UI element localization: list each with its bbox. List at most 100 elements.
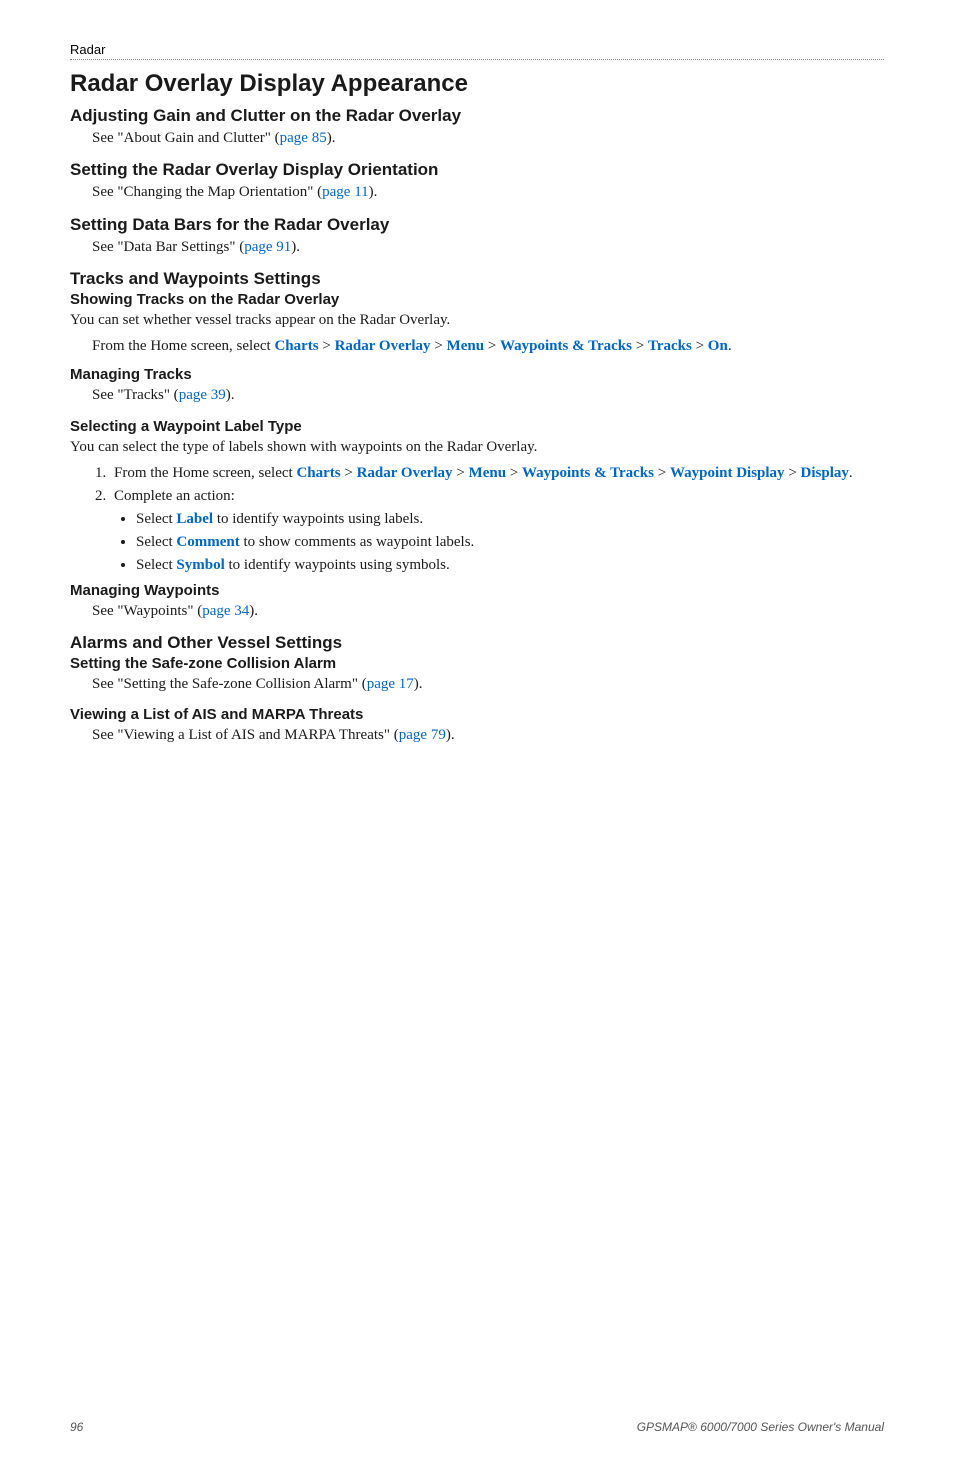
text: . <box>728 338 732 354</box>
bullet-item: Select Comment to show comments as waypo… <box>136 534 884 551</box>
text: See "Changing the Map Orientation" ( <box>92 184 322 200</box>
step-item: From the Home screen, select Charts > Ra… <box>110 465 884 482</box>
menu-path: Charts <box>296 465 340 481</box>
sep: > <box>341 465 357 481</box>
text: ). <box>446 727 455 743</box>
text: to identify waypoints using labels. <box>213 511 423 527</box>
running-head: Radar <box>70 42 884 59</box>
text: to show comments as waypoint labels. <box>240 534 475 550</box>
text: GPSMAP <box>637 1420 688 1434</box>
heading-tracks-waypoints: Tracks and Waypoints Settings <box>70 269 884 289</box>
sep: > <box>654 465 670 481</box>
page-link[interactable]: page 85 <box>280 130 327 146</box>
heading-gain: Adjusting Gain and Clutter on the Radar … <box>70 106 884 126</box>
heading-alarms: Alarms and Other Vessel Settings <box>70 633 884 653</box>
text: See "About Gain and Clutter" ( <box>92 130 280 146</box>
registered-icon: ® <box>688 1420 697 1434</box>
heading-orientation: Setting the Radar Overlay Display Orient… <box>70 160 884 180</box>
heading-manage-tracks: Managing Tracks <box>70 366 884 383</box>
section-ais: Viewing a List of AIS and MARPA Threats … <box>70 706 884 745</box>
section-gain: Adjusting Gain and Clutter on the Radar … <box>70 106 884 148</box>
menu-path: On <box>708 338 728 354</box>
text-show-tracks-intro: You can set whether vessel tracks appear… <box>70 310 884 330</box>
page-number: 96 <box>70 1420 83 1434</box>
text: Select <box>136 511 176 527</box>
heading-waypoint-label: Selecting a Waypoint Label Type <box>70 418 884 435</box>
text-orientation: See "Changing the Map Orientation" (page… <box>70 182 884 202</box>
menu-option: Symbol <box>176 557 224 573</box>
heading-safezone: Setting the Safe-zone Collision Alarm <box>70 655 884 672</box>
page-link[interactable]: page 39 <box>179 387 226 403</box>
page-link[interactable]: page 34 <box>202 603 249 619</box>
sep: > <box>431 338 447 354</box>
text: See "Tracks" ( <box>92 387 179 403</box>
text: to identify waypoints using symbols. <box>225 557 450 573</box>
menu-option: Label <box>176 511 213 527</box>
sep: > <box>632 338 648 354</box>
text-gain: See "About Gain and Clutter" (page 85). <box>70 128 884 148</box>
header-rule <box>70 59 884 60</box>
text: Select <box>136 534 176 550</box>
heading-databars: Setting Data Bars for the Radar Overlay <box>70 215 884 235</box>
sep: > <box>319 338 335 354</box>
text: Complete an action: <box>114 488 235 504</box>
text-manage-waypoints: See "Waypoints" (page 34). <box>70 601 884 621</box>
menu-path: Tracks <box>648 338 692 354</box>
menu-path: Menu <box>447 338 485 354</box>
steps-list: From the Home screen, select Charts > Ra… <box>70 465 884 574</box>
heading-manage-waypoints: Managing Waypoints <box>70 582 884 599</box>
text: See "Waypoints" ( <box>92 603 202 619</box>
step-show-tracks: From the Home screen, select Charts > Ra… <box>70 336 884 356</box>
text: . <box>849 465 853 481</box>
text-ais: See "Viewing a List of AIS and MARPA Thr… <box>70 725 884 745</box>
text-safezone: See "Setting the Safe-zone Collision Ala… <box>70 674 884 694</box>
menu-path: Menu <box>469 465 507 481</box>
text: ). <box>327 130 336 146</box>
section-orientation: Setting the Radar Overlay Display Orient… <box>70 160 884 202</box>
page-link[interactable]: page 11 <box>322 184 369 200</box>
text: See "Data Bar Settings" ( <box>92 239 244 255</box>
text-manage-tracks: See "Tracks" (page 39). <box>70 385 884 405</box>
text: From the Home screen, select <box>92 338 274 354</box>
page-root: Radar Radar Overlay Display Appearance A… <box>0 0 954 1468</box>
section-safezone: Setting the Safe-zone Collision Alarm Se… <box>70 655 884 694</box>
text: See "Viewing a List of AIS and MARPA Thr… <box>92 727 399 743</box>
sep: > <box>484 338 500 354</box>
section-manage-waypoints: Managing Waypoints See "Waypoints" (page… <box>70 582 884 621</box>
text-waypoint-label-intro: You can select the type of labels shown … <box>70 437 884 457</box>
text: From the Home screen, select <box>114 465 296 481</box>
menu-path: Radar Overlay <box>357 465 453 481</box>
menu-path: Radar Overlay <box>335 338 431 354</box>
sep: > <box>506 465 522 481</box>
page-link[interactable]: page 91 <box>244 239 291 255</box>
menu-path: Waypoint Display <box>670 465 785 481</box>
text: 6000/7000 Series Owner's Manual <box>697 1420 884 1434</box>
sep: > <box>692 338 708 354</box>
step-item: Complete an action: Select Label to iden… <box>110 488 884 574</box>
sep: > <box>453 465 469 481</box>
page-link[interactable]: page 17 <box>367 676 414 692</box>
manual-title: GPSMAP® 6000/7000 Series Owner's Manual <box>637 1420 884 1434</box>
text: ). <box>226 387 235 403</box>
menu-path: Display <box>801 465 849 481</box>
heading-show-tracks: Showing Tracks on the Radar Overlay <box>70 291 884 308</box>
bullet-list: Select Label to identify waypoints using… <box>114 511 884 574</box>
menu-option: Comment <box>176 534 239 550</box>
heading-ais: Viewing a List of AIS and MARPA Threats <box>70 706 884 723</box>
text: ). <box>414 676 423 692</box>
menu-path: Waypoints & Tracks <box>522 465 654 481</box>
text: See "Setting the Safe-zone Collision Ala… <box>92 676 367 692</box>
bullet-item: Select Label to identify waypoints using… <box>136 511 884 528</box>
section-databars: Setting Data Bars for the Radar Overlay … <box>70 215 884 257</box>
menu-path: Waypoints & Tracks <box>500 338 632 354</box>
page-title: Radar Overlay Display Appearance <box>70 70 884 98</box>
text-databars: See "Data Bar Settings" (page 91). <box>70 237 884 257</box>
menu-path: Charts <box>274 338 318 354</box>
text: ). <box>249 603 258 619</box>
page-link[interactable]: page 79 <box>399 727 446 743</box>
sep: > <box>785 465 801 481</box>
section-manage-tracks: Managing Tracks See "Tracks" (page 39). <box>70 366 884 405</box>
text: Select <box>136 557 176 573</box>
text: ). <box>291 239 300 255</box>
bullet-item: Select Symbol to identify waypoints usin… <box>136 557 884 574</box>
